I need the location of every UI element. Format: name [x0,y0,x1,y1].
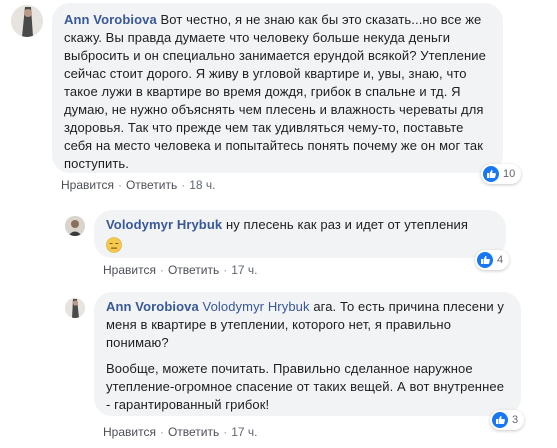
avatar[interactable] [65,298,85,318]
reply-button[interactable]: Ответить [126,178,177,192]
avatar[interactable] [11,5,43,37]
reply-button[interactable]: Ответить [168,425,219,439]
separator-dot: · [159,263,164,277]
separator-dot: · [223,425,228,439]
reaction-count[interactable]: 4 [475,250,510,270]
comment-timestamp[interactable]: 17 ч. [231,425,257,439]
avatar-photo-icon [65,298,85,318]
comment-paragraph: Вообще, можете почитать. Правильно сдела… [106,360,509,414]
reaction-number: 4 [497,254,504,266]
comment-author[interactable]: Volodymyr Hrybuk [106,217,222,232]
comment-bubble: Ann Vorobiova Вот честно, я не знаю как … [52,3,503,173]
comment-bubble: Ann Vorobiova Volodymyr Hrybuk ага. То е… [94,292,521,416]
comment-actions: Нравится · Ответить · 18 ч. [61,178,216,192]
comment-author[interactable]: Ann Vorobiova [106,299,199,314]
reaction-count[interactable]: 3 [490,410,525,430]
avatar-photo-icon [65,216,85,236]
separator-dot: · [181,178,186,192]
separator-dot: · [117,178,122,192]
like-icon [492,412,508,428]
reply-button[interactable]: Ответить [168,263,219,277]
comment-actions: Нравится · Ответить · 17 ч. [103,263,258,277]
mention-link[interactable]: Volodymyr Hrybuk [203,299,310,314]
comment-actions: Нравится · Ответить · 17 ч. [103,425,258,439]
reaction-count[interactable]: 10 [481,164,522,184]
like-button[interactable]: Нравится [103,425,156,439]
avatar[interactable] [65,216,85,236]
comment-bubble: Volodymyr Hrybuk ну плесень как раз и ид… [94,210,506,258]
avatar-photo-icon [11,5,43,37]
comment-paragraph: Ann Vorobiova Volodymyr Hrybuk ага. То е… [106,298,509,352]
reaction-number: 10 [503,168,516,180]
comment-text: Вот честно, я не знаю как бы это сказать… [64,12,486,171]
comment-text: ну плесень как раз и идет от утепления [225,217,469,232]
like-button[interactable]: Нравится [61,178,114,192]
comment-timestamp[interactable]: 18 ч. [189,178,215,192]
separator-dot: · [223,263,228,277]
reaction-number: 3 [512,414,519,426]
comment-author[interactable]: Ann Vorobiova [64,12,157,27]
expressionless-face-icon [106,237,122,253]
comment-text: Вообще, можете почитать. Правильно сдела… [106,361,505,412]
separator-dot: · [159,425,164,439]
comment-timestamp[interactable]: 17 ч. [231,263,257,277]
like-icon [483,166,499,182]
like-icon [477,252,493,268]
like-button[interactable]: Нравится [103,263,156,277]
